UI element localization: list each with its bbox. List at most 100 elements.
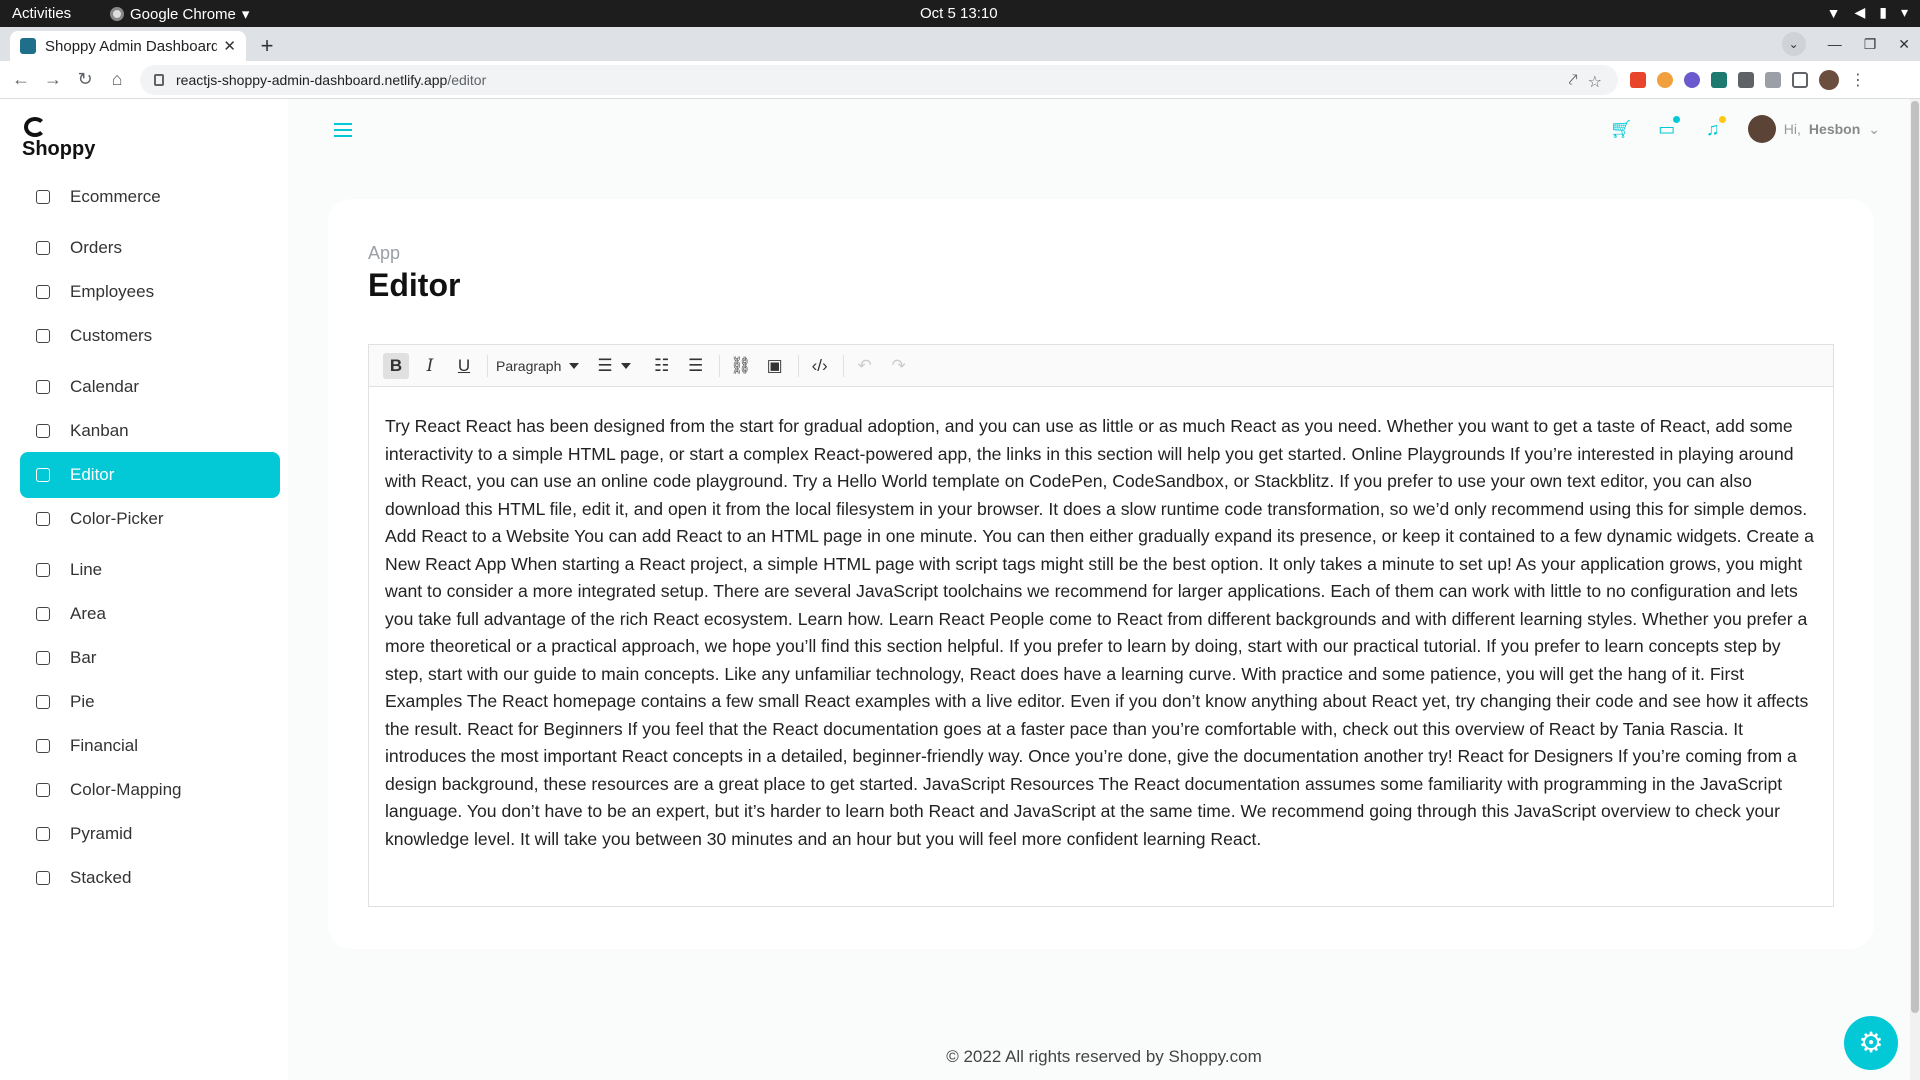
sidebar-item-label: Pyramid xyxy=(70,824,133,843)
toolbar-divider xyxy=(842,354,844,377)
block-format-dropdown[interactable]: Paragraph xyxy=(496,358,580,374)
insert-image-icon[interactable]: ▣ xyxy=(762,353,788,379)
undo-icon[interactable]: ↶ xyxy=(852,353,878,379)
system-tray[interactable]: ▼ ◀ ▮ ▾ xyxy=(1827,4,1908,21)
notification-badge xyxy=(1718,116,1726,123)
notification-bell-icon[interactable]: ♫ xyxy=(1702,116,1726,140)
editor-content[interactable]: Try React React has been designed from t… xyxy=(369,387,1833,853)
insert-link-icon[interactable]: ⛓ xyxy=(728,353,754,379)
brand-logo[interactable]: Shoppy xyxy=(22,117,95,161)
puzzle-icon[interactable] xyxy=(1738,72,1754,88)
sidebar-item-color-mapping[interactable]: Color-Mapping xyxy=(20,767,280,813)
lock-icon[interactable] xyxy=(154,74,164,86)
sidebar-item-financial[interactable]: Financial xyxy=(20,723,280,769)
greeting: Hi, xyxy=(1783,121,1801,137)
url-path: /editor xyxy=(447,72,487,88)
address-bar[interactable]: reactjs-shoppy-admin-dashboard.netlify.a… xyxy=(140,65,1618,95)
sidebar-item-color-picker[interactable]: Color-Picker xyxy=(20,496,280,542)
bookmark-star-icon[interactable]: ☆ xyxy=(1588,72,1602,92)
url-host: reactjs-shoppy-admin-dashboard.netlify.a… xyxy=(176,72,448,88)
chrome-icon xyxy=(110,7,124,21)
sidebar-item-editor[interactable]: Editor xyxy=(20,452,280,498)
caret-down-icon xyxy=(620,362,631,369)
reading-list-icon[interactable] xyxy=(1765,72,1781,88)
bold-button[interactable]: B xyxy=(383,352,409,379)
tab-title: Shoppy Admin Dashboard xyxy=(45,37,218,55)
home-button[interactable]: ⌂ xyxy=(106,68,128,90)
extension-icon[interactable] xyxy=(1630,72,1646,88)
share-icon[interactable]: ⤤ xyxy=(1569,72,1578,92)
bar-chart-icon xyxy=(36,651,50,665)
os-top-bar: Activities Google Chrome ▾ Oct 5 13:10 ▼… xyxy=(0,0,1920,27)
sidebar-item-label: Stacked xyxy=(70,868,132,887)
chat-icon[interactable]: ▭ xyxy=(1656,116,1680,140)
toolbar-divider xyxy=(718,354,720,377)
edit-icon xyxy=(36,468,50,482)
header-actions: 🛒︎ ▭ ♫ Hi, Hesbon ⌄ xyxy=(1610,115,1880,143)
sidebar-item-stacked[interactable]: Stacked xyxy=(20,855,280,901)
sidebar-item-area[interactable]: Area xyxy=(20,591,280,637)
battery-icon: ▮ xyxy=(1879,4,1887,20)
sidebar-item-line[interactable]: Line xyxy=(20,547,280,593)
maximize-button[interactable]: ❐ xyxy=(1864,36,1877,53)
extensions-area: ⋮ xyxy=(1630,70,1866,90)
menu-toggle-icon[interactable] xyxy=(334,123,352,137)
new-tab-button[interactable]: + xyxy=(254,34,280,60)
sidebar-item-employees[interactable]: Employees xyxy=(20,269,280,315)
editor-card: App Editor B I U Paragraph ☰ ☷ ☰ ⛓ ▣ ‹/›… xyxy=(328,199,1874,949)
activities-button[interactable]: Activities xyxy=(12,5,71,22)
side-panel-icon[interactable] xyxy=(1792,72,1808,88)
theme-settings-button[interactable]: ⚙ xyxy=(1844,1016,1898,1070)
sidebar-item-pyramid[interactable]: Pyramid xyxy=(20,811,280,857)
underline-button[interactable]: U xyxy=(451,353,477,379)
caret-down-icon xyxy=(569,362,580,369)
page-scrollbar[interactable] xyxy=(1910,99,1920,1080)
cart-icon[interactable]: 🛒︎ xyxy=(1610,118,1633,140)
extension-icon[interactable] xyxy=(1657,72,1673,88)
sidebar-item-label: Area xyxy=(70,604,106,623)
unordered-list-icon[interactable]: ☰ xyxy=(683,353,709,379)
app-menu[interactable]: Google Chrome ▾ xyxy=(110,5,249,23)
back-button[interactable]: ← xyxy=(10,68,32,90)
sidebar-item-label: Editor xyxy=(70,465,115,484)
cart-icon xyxy=(36,241,50,255)
sidebar-item-label: Customers xyxy=(70,326,153,345)
forward-button[interactable]: → xyxy=(42,68,64,90)
browser-tab[interactable]: Shoppy Admin Dashboard ✕ xyxy=(10,31,246,61)
chevron-down-icon: ⌄ xyxy=(1868,120,1880,137)
redo-icon[interactable]: ↷ xyxy=(886,353,912,379)
calendar-icon xyxy=(36,380,50,394)
bag-icon xyxy=(36,190,50,204)
toolbar-divider xyxy=(487,354,488,377)
profile-avatar[interactable] xyxy=(1819,70,1839,90)
sidebar-item-customers[interactable]: Customers xyxy=(20,313,280,359)
user-profile-button[interactable]: Hi, Hesbon ⌄ xyxy=(1747,115,1880,143)
align-left-icon: ☰ xyxy=(597,355,613,375)
footer-copyright: © 2022 All rights reserved by Shoppy.com xyxy=(946,1047,1262,1066)
chrome-menu-icon[interactable]: ⋮ xyxy=(1850,70,1866,90)
main-area: 🛒︎ ▭ ♫ Hi, Hesbon ⌄ App Editor B I U Par… xyxy=(288,99,1920,1080)
sidebar-item-bar[interactable]: Bar xyxy=(20,635,280,681)
sidebar-item-orders[interactable]: Orders xyxy=(20,225,280,271)
clock[interactable]: Oct 5 13:10 xyxy=(920,5,998,22)
sidebar-item-kanban[interactable]: Kanban xyxy=(20,408,280,454)
close-window-button[interactable]: ✕ xyxy=(1898,36,1910,53)
sidebar-item-pie[interactable]: Pie xyxy=(20,679,280,725)
scrollbar-thumb[interactable] xyxy=(1911,101,1919,1013)
sidebar-item-label: Employees xyxy=(70,282,155,301)
reload-button[interactable]: ↻ xyxy=(74,68,96,90)
italic-button[interactable]: I xyxy=(417,353,443,379)
alignment-dropdown[interactable]: ☰ xyxy=(597,355,631,376)
close-tab-icon[interactable]: ✕ xyxy=(223,37,236,55)
sidebar-item-calendar[interactable]: Calendar xyxy=(20,364,280,410)
power-menu-icon: ▾ xyxy=(1900,4,1908,20)
minimize-button[interactable]: — xyxy=(1828,36,1842,52)
ordered-list-icon[interactable]: ☷ xyxy=(649,353,675,379)
extension-icon[interactable] xyxy=(1711,72,1727,88)
sidebar-item-ecommerce[interactable]: Ecommerce xyxy=(20,174,280,220)
source-code-icon[interactable]: ‹/› xyxy=(807,353,833,379)
color-mapping-icon xyxy=(36,783,50,797)
page-title: Editor xyxy=(368,267,461,303)
tab-search-button[interactable]: ⌄ xyxy=(1781,32,1806,56)
extension-icon[interactable] xyxy=(1684,72,1700,88)
